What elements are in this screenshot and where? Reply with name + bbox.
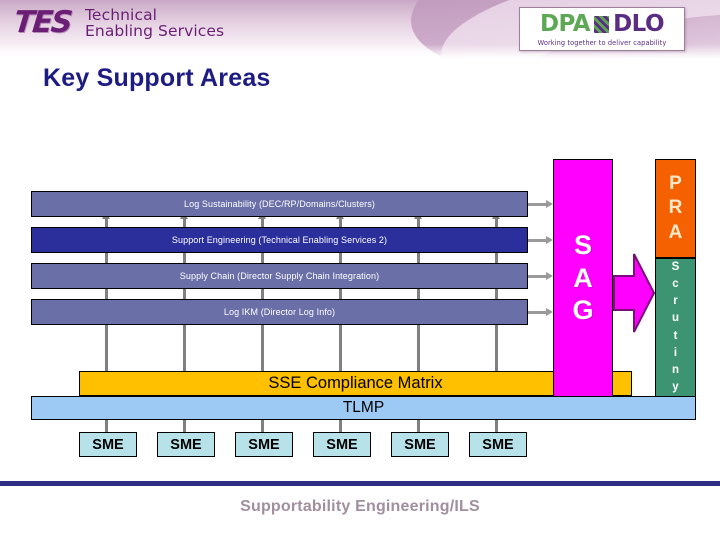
sse-compliance-matrix-bar[interactable]: SSE Compliance Matrix — [79, 371, 632, 396]
sag-feed-arrowhead-3 — [546, 272, 553, 280]
sag-feed-arrowhead-4 — [546, 308, 553, 316]
sag-letter: A — [573, 262, 593, 293]
scrutiny-letter: n — [671, 363, 680, 376]
sme-box[interactable]: SME — [79, 432, 137, 457]
sme-stem-3 — [261, 419, 264, 433]
dpa-dlo-logo: DPA DLO Working together to deliver capa… — [519, 7, 685, 51]
dpa-dlo-wordmark: DPA DLO — [539, 11, 665, 38]
pra-letter: R — [668, 197, 683, 219]
capability-bar-supply-chain[interactable]: Supply Chain (Director Supply Chain Inte… — [31, 263, 528, 289]
capability-bar-label: Supply Chain (Director Supply Chain Inte… — [179, 271, 380, 281]
capability-bar-log-ikm[interactable]: Log IKM (Director Log Info) — [31, 299, 528, 325]
capability-bar-label: Support Engineering (Technical Enabling … — [171, 235, 388, 245]
footer-divider — [0, 481, 720, 486]
tes-logo-mark: TES — [12, 5, 76, 40]
tlmp-bar[interactable]: TLMP — [31, 396, 696, 420]
sag-feed-arrowhead-1 — [546, 200, 553, 208]
sag-feed-arrowhead-2 — [546, 236, 553, 244]
pra-box[interactable]: P R A — [655, 159, 696, 258]
tes-logo-mark-text: TES — [12, 5, 73, 40]
sme-box[interactable]: SME — [391, 432, 449, 457]
scrutiny-letter: S — [671, 261, 680, 274]
capability-bar-log-sustainability[interactable]: Log Sustainability (DEC/RP/Domains/Clust… — [31, 191, 528, 217]
sme-label: SME — [170, 436, 202, 453]
scrutiny-letter: i — [673, 346, 678, 359]
scrutiny-letter: y — [672, 380, 679, 393]
checkerboard-icon — [594, 16, 610, 33]
pra-letter: P — [669, 173, 682, 195]
sse-compliance-matrix-label: SSE Compliance Matrix — [268, 374, 443, 392]
capability-bar-label: Log IKM (Director Log Info) — [223, 307, 336, 317]
sag-feed-line-3 — [527, 275, 547, 278]
pra-letter: A — [668, 221, 683, 243]
capability-bar-label: Log Sustainability (DEC/RP/Domains/Clust… — [184, 199, 375, 209]
sme-box[interactable]: SME — [157, 432, 215, 457]
sme-stem-2 — [183, 419, 186, 433]
sme-stem-6 — [495, 419, 498, 433]
dpa-dlo-tagline: Working together to deliver capability — [537, 38, 667, 47]
capability-bar-support-engineering[interactable]: Support Engineering (Technical Enabling … — [31, 227, 528, 253]
sme-label: SME — [248, 436, 280, 453]
sme-label: SME — [92, 436, 124, 453]
tes-logo: TES Technical Enabling Services — [12, 5, 225, 40]
sme-box[interactable]: SME — [469, 432, 527, 457]
sme-box[interactable]: SME — [313, 432, 371, 457]
dlo-text: DLO — [613, 11, 665, 37]
tes-logo-line-2: Enabling Services — [85, 21, 225, 40]
sag-to-pra-arrow-icon — [612, 248, 656, 338]
sme-label: SME — [326, 436, 358, 453]
sag-box[interactable]: S A G — [553, 159, 613, 397]
sag-letter: G — [572, 295, 594, 326]
scrutiny-letter: r — [673, 295, 678, 308]
sme-label: SME — [404, 436, 436, 453]
scrutiny-letter: t — [673, 329, 678, 342]
scrutiny-box[interactable]: S c r u t i n y — [655, 258, 696, 397]
sag-feed-line-1 — [527, 203, 547, 206]
sme-box[interactable]: SME — [235, 432, 293, 457]
sag-letter: S — [573, 229, 592, 260]
sme-stem-4 — [339, 419, 342, 433]
tlmp-label: TLMP — [342, 399, 385, 416]
key-support-areas-diagram: Log Sustainability (DEC/RP/Domains/Clust… — [0, 0, 720, 540]
scrutiny-letter: c — [672, 278, 679, 291]
footer-text: Supportability Engineering/ILS — [240, 498, 480, 515]
sme-stem-1 — [105, 419, 108, 433]
sme-label: SME — [482, 436, 514, 453]
dpa-text: DPA — [539, 11, 591, 37]
sag-feed-line-4 — [527, 311, 547, 314]
scrutiny-letter: u — [671, 312, 680, 325]
sag-feed-line-2 — [527, 239, 547, 242]
sme-stem-5 — [417, 419, 420, 433]
tes-logo-wordmark: Technical Enabling Services — [85, 7, 225, 40]
